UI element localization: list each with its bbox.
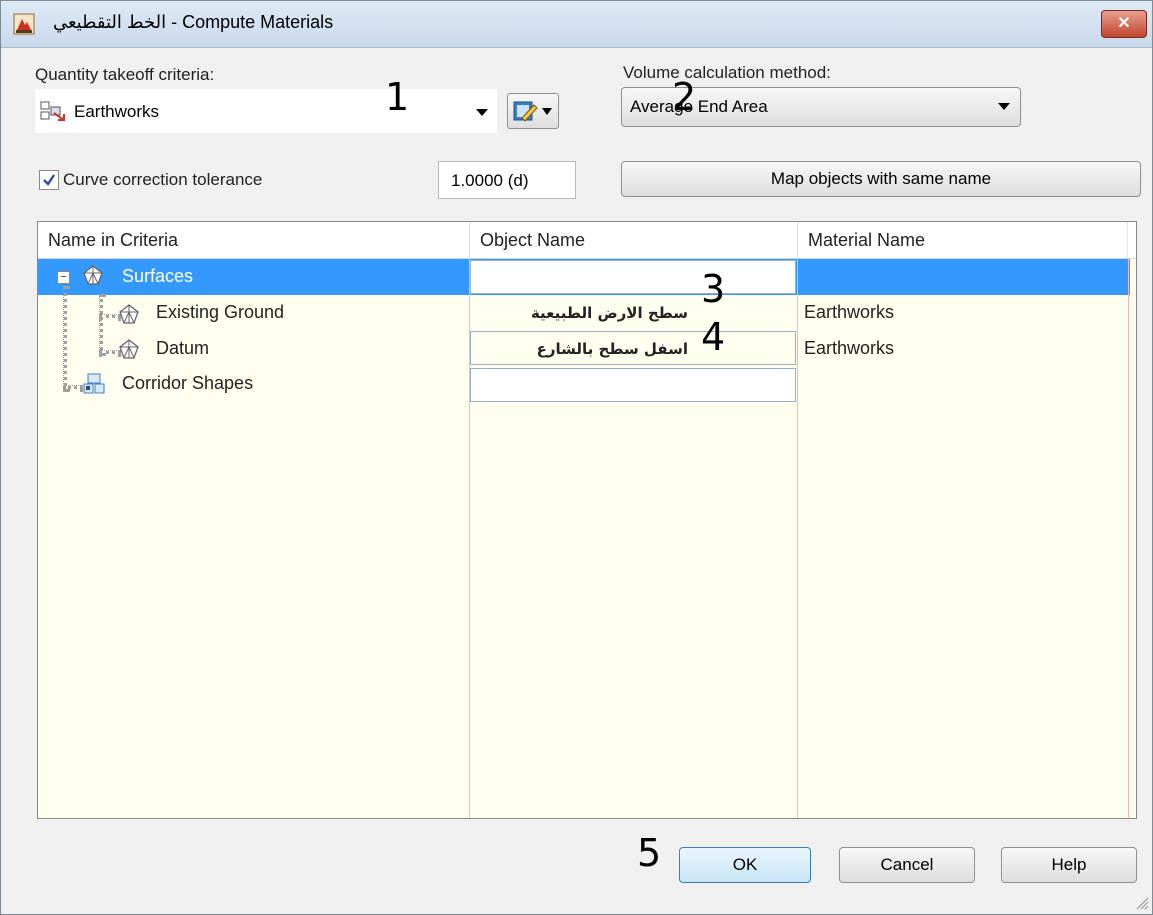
annotation-4: 4 — [701, 315, 726, 359]
tree-item-corridor-shapes[interactable]: Corridor Shapes — [122, 373, 253, 394]
tree-item-surfaces[interactable]: Surfaces — [122, 266, 193, 287]
volume-label: Volume calculation method: — [623, 63, 831, 82]
object-name-existing-ground[interactable]: سطح الارض الطبيعية — [474, 304, 688, 322]
curve-tolerance-input[interactable]: 1.0000 (d) — [438, 161, 576, 199]
close-button[interactable]: ✕ — [1101, 10, 1147, 38]
curve-tolerance-value: 1.0000 (d) — [451, 171, 529, 190]
tree-item-existing-ground[interactable]: Existing Ground — [156, 302, 284, 323]
criteria-value: Earthworks — [74, 102, 160, 121]
surface-icon — [83, 265, 103, 285]
column-divider — [1128, 258, 1129, 818]
compute-materials-dialog: الخط التقطيعي - Compute Materials ✕ Quan… — [0, 0, 1153, 915]
criteria-label: Quantity takeoff criteria: — [35, 65, 215, 84]
title-bar[interactable]: الخط التقطيعي - Compute Materials ✕ — [1, 1, 1152, 48]
resize-grip-icon[interactable] — [1133, 894, 1149, 910]
ok-button[interactable]: OK — [679, 847, 811, 883]
ok-label: OK — [732, 855, 758, 874]
help-label: Help — [1051, 855, 1087, 874]
civil3d-app-icon — [13, 13, 35, 35]
criteria-icon — [40, 101, 65, 121]
grid-header: Name in Criteria Object Name Material Na… — [38, 222, 1136, 259]
surface-icon — [119, 339, 139, 359]
edit-pencil-icon — [513, 101, 538, 122]
cancel-button[interactable]: Cancel — [839, 847, 975, 883]
column-header-name[interactable]: Name in Criteria — [38, 222, 470, 258]
criteria-dropdown[interactable]: Earthworks — [35, 89, 497, 133]
window-title: الخط التقطيعي - Compute Materials — [53, 12, 334, 32]
edit-criteria-button[interactable] — [507, 93, 559, 129]
tree-item-datum[interactable]: Datum — [156, 338, 209, 359]
chevron-down-icon — [542, 108, 552, 115]
chevron-down-icon — [476, 109, 488, 116]
corridor-shapes-icon — [83, 373, 105, 394]
annotation-3: 3 — [701, 267, 726, 311]
tree-connector — [63, 286, 67, 392]
curve-correction-checkbox[interactable] — [39, 170, 59, 190]
object-name-cell[interactable] — [470, 260, 796, 294]
checkmark-icon — [43, 174, 55, 186]
help-button[interactable]: Help — [1001, 847, 1137, 883]
tree-connector — [99, 294, 103, 356]
surface-icon — [119, 304, 139, 324]
materials-grid: Name in Criteria Object Name Material Na… — [37, 221, 1137, 819]
column-header-object[interactable]: Object Name — [470, 222, 798, 258]
collapse-icon[interactable]: − — [57, 271, 70, 284]
cancel-label: Cancel — [880, 855, 934, 874]
map-objects-label: Map objects with same name — [770, 169, 992, 188]
close-icon: ✕ — [1117, 15, 1131, 32]
annotation-1: 1 — [385, 75, 410, 119]
map-objects-button[interactable]: Map objects with same name — [621, 161, 1141, 197]
annotation-5: 5 — [637, 831, 662, 875]
tree-connector — [63, 385, 83, 389]
object-name-datum[interactable]: اسفل سطح بالشارع — [474, 340, 688, 358]
volume-method-value: Average End Area — [630, 97, 768, 116]
column-divider — [797, 258, 798, 818]
annotation-2: 2 — [672, 75, 697, 119]
chevron-down-icon — [998, 103, 1010, 110]
object-name-cell[interactable] — [470, 368, 796, 402]
material-datum[interactable]: Earthworks — [804, 338, 894, 359]
curve-correction-label: Curve correction tolerance — [63, 170, 263, 189]
material-existing-ground[interactable]: Earthworks — [804, 302, 894, 323]
column-header-material[interactable]: Material Name — [798, 222, 1128, 258]
